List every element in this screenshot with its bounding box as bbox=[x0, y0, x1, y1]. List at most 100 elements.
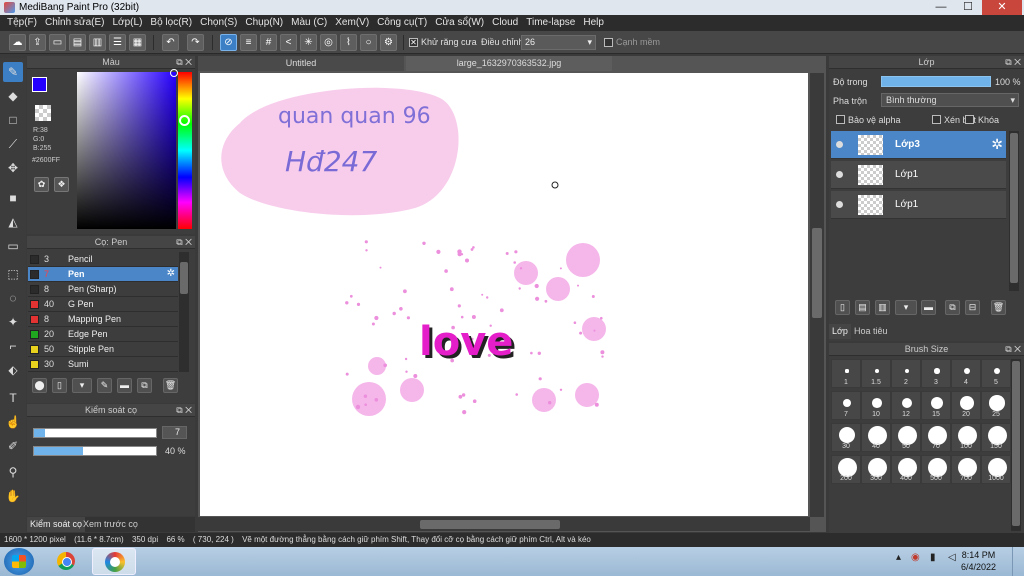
layer-opacity-slider[interactable] bbox=[881, 76, 991, 87]
menu-layer[interactable]: Lớp(L) bbox=[109, 15, 147, 31]
menu-select[interactable]: Chọn(S) bbox=[196, 15, 241, 31]
grid-icon[interactable]: ▦ bbox=[129, 34, 146, 51]
lasso-tool-icon[interactable]: ◌ bbox=[3, 288, 23, 308]
foreground-color-swatch[interactable] bbox=[32, 77, 47, 92]
soft-edge-checkbox[interactable] bbox=[604, 38, 613, 47]
adjust-dropdown[interactable]: 26 ▾ bbox=[521, 35, 596, 50]
brush-item[interactable]: 8 Mapping Pen bbox=[28, 312, 178, 327]
brush-size-cell[interactable]: 15 bbox=[921, 391, 951, 420]
tray-app-icon[interactable]: ◉ bbox=[911, 552, 920, 563]
brush-size-cell[interactable]: 300 bbox=[861, 455, 891, 484]
new-halftone-layer-icon[interactable]: ▤ bbox=[855, 300, 870, 315]
visibility-icon[interactable] bbox=[836, 171, 843, 178]
eyedropper-tool-icon[interactable]: ⚲ bbox=[3, 462, 23, 482]
close-button[interactable]: ✕ bbox=[982, 0, 1022, 15]
new-brush-icon[interactable]: ▯ bbox=[52, 378, 67, 393]
brush-size-cell[interactable]: 400 bbox=[891, 455, 921, 484]
undo-icon[interactable]: ↶ bbox=[162, 34, 179, 51]
brush-size-cell[interactable]: 5 bbox=[981, 359, 1011, 388]
vanishing-point-icon[interactable]: < bbox=[280, 34, 297, 51]
saturation-value-picker[interactable] bbox=[77, 72, 176, 229]
brush-edit-icon[interactable]: ✎ bbox=[97, 378, 112, 393]
brush-size-cell[interactable]: 12 bbox=[891, 391, 921, 420]
scroll-thumb[interactable] bbox=[1010, 133, 1018, 283]
minimize-button[interactable]: — bbox=[928, 0, 954, 15]
brush-size-slider[interactable] bbox=[33, 428, 157, 438]
tab-untitled[interactable]: Untitled bbox=[198, 56, 404, 71]
menu-tools[interactable]: Công cụ(T) bbox=[373, 15, 431, 31]
layer-folder-icon[interactable]: ▬ bbox=[921, 300, 936, 315]
menu-window[interactable]: Cửa sổ(W) bbox=[431, 15, 488, 31]
color-mode-icon[interactable]: ❖ bbox=[54, 177, 69, 192]
show-desktop-button[interactable] bbox=[1012, 547, 1024, 576]
brush-size-cell[interactable]: 25 bbox=[981, 391, 1011, 420]
tab-layer[interactable]: Lớp bbox=[829, 324, 851, 339]
dot-tool-icon[interactable]: ⟋ bbox=[3, 134, 23, 154]
brush-item[interactable]: 40 G Pen bbox=[28, 297, 178, 312]
eraser-tool-icon[interactable]: ◆ bbox=[3, 86, 23, 106]
brush-size-cell[interactable]: 20 bbox=[951, 391, 981, 420]
brush-size-cell[interactable]: 1.5 bbox=[861, 359, 891, 388]
operation-tool-icon[interactable]: ☝ bbox=[3, 412, 23, 432]
hue-slider[interactable] bbox=[178, 72, 192, 229]
scroll-thumb[interactable] bbox=[1012, 361, 1020, 526]
brush-copy-icon[interactable]: ⧉ bbox=[137, 378, 152, 393]
new-1bit-layer-icon[interactable]: ▥ bbox=[875, 300, 890, 315]
vertical-scrollbar[interactable] bbox=[810, 73, 824, 517]
brush-size-cell[interactable]: 3 bbox=[921, 359, 951, 388]
page-icon[interactable]: ▥ bbox=[89, 34, 106, 51]
move-tool-icon[interactable]: ✥ bbox=[3, 158, 23, 178]
list-icon[interactable]: ☰ bbox=[109, 34, 126, 51]
brush-size-cell[interactable]: 700 bbox=[951, 455, 981, 484]
tab-navigator[interactable]: Hoa tiêu bbox=[851, 324, 891, 339]
visibility-icon[interactable] bbox=[836, 201, 843, 208]
menu-file[interactable]: Tệp(F) bbox=[3, 15, 41, 31]
lock-checkbox[interactable] bbox=[965, 115, 974, 124]
hue-marker[interactable] bbox=[179, 115, 190, 126]
rect-tool-icon[interactable]: □ bbox=[3, 110, 23, 130]
layer-row[interactable]: Lớp3 ✲ bbox=[831, 131, 1006, 159]
scroll-thumb[interactable] bbox=[420, 520, 560, 529]
duplicate-layer-icon[interactable]: ⧉ bbox=[945, 300, 960, 315]
menu-timelapse[interactable]: Time-lapse bbox=[522, 15, 579, 31]
brush-size-cell[interactable]: 7 bbox=[831, 391, 861, 420]
menu-view[interactable]: Xem(V) bbox=[331, 15, 373, 31]
delete-layer-icon[interactable]: 🗑 bbox=[991, 300, 1006, 315]
text-tool-icon[interactable]: T bbox=[3, 388, 23, 408]
select-tool-icon[interactable]: ⬚ bbox=[3, 264, 23, 284]
redo-icon[interactable]: ↷ bbox=[187, 34, 204, 51]
brush-size-cell[interactable]: 1 bbox=[831, 359, 861, 388]
visibility-icon[interactable] bbox=[836, 141, 843, 148]
layer-row[interactable]: Lớp1 bbox=[831, 191, 1006, 219]
protect-alpha-checkbox[interactable] bbox=[836, 115, 845, 124]
brush-item[interactable]: 3 Pencil bbox=[28, 252, 178, 267]
new-layer-icon[interactable]: ▯ bbox=[835, 300, 850, 315]
brush-item[interactable]: 7 Pen ✲ bbox=[28, 267, 178, 282]
brush-size-cell[interactable]: 200 bbox=[831, 455, 861, 484]
hand-tool-icon[interactable]: ✋ bbox=[3, 486, 23, 506]
start-button[interactable] bbox=[4, 548, 34, 575]
horizontal-scrollbar[interactable] bbox=[198, 517, 810, 531]
parallel-snap-icon[interactable]: ≡ bbox=[240, 34, 257, 51]
opacity-slider[interactable] bbox=[33, 446, 157, 456]
comment-icon[interactable]: ▭ bbox=[49, 34, 66, 51]
brush-size-cell[interactable]: 1000 bbox=[981, 455, 1011, 484]
panel-buttons[interactable]: ⧉ ✕ bbox=[176, 236, 192, 249]
fill-rect-icon[interactable]: ■ bbox=[3, 188, 23, 208]
brush-size-cell[interactable]: 2 bbox=[891, 359, 921, 388]
panel-buttons[interactable]: ⧉ ✕ bbox=[176, 404, 192, 417]
brush-size-cell[interactable]: 4 bbox=[951, 359, 981, 388]
brush-size-cell[interactable]: 40 bbox=[861, 423, 891, 452]
brush-size-cell[interactable]: 100 bbox=[951, 423, 981, 452]
brush-add-icon[interactable]: ⬤ bbox=[32, 378, 47, 393]
sv-picker-marker[interactable] bbox=[170, 69, 178, 77]
volume-icon[interactable]: ◁ bbox=[948, 552, 956, 563]
menu-snap[interactable]: Chụp(N) bbox=[241, 15, 287, 31]
radial-snap-icon[interactable]: ✳ bbox=[300, 34, 317, 51]
magic-wand-icon[interactable]: ✦ bbox=[3, 312, 23, 332]
circle-snap-icon[interactable]: ◎ bbox=[320, 34, 337, 51]
menu-color[interactable]: Màu (C) bbox=[287, 15, 331, 31]
select-pen-icon[interactable]: ⌐ bbox=[3, 336, 23, 356]
tab-brush-control[interactable]: Kiểm soát cọ bbox=[27, 517, 86, 532]
layer-row[interactable]: Lớp1 bbox=[831, 161, 1006, 189]
